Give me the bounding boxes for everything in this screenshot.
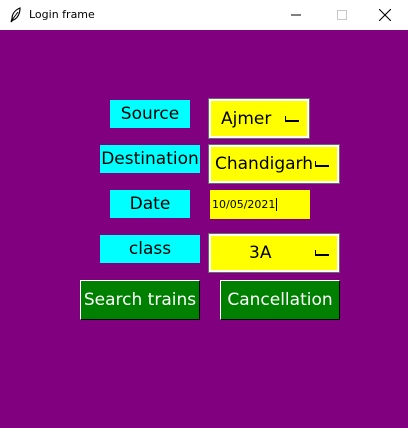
- source-dropdown-value: Ajmer: [221, 108, 272, 129]
- date-input-value: 10/05/2021: [212, 198, 276, 211]
- date-label: Date: [110, 190, 190, 218]
- class-label: class: [100, 235, 200, 263]
- maximize-button[interactable]: [319, 0, 365, 30]
- search-trains-button[interactable]: Search trains: [80, 280, 200, 320]
- cancellation-button[interactable]: Cancellation: [220, 280, 340, 320]
- class-dropdown[interactable]: 3A: [208, 233, 340, 273]
- text-cursor: [276, 198, 278, 211]
- dropdown-indicator-icon: [315, 161, 329, 167]
- source-label: Source: [110, 100, 190, 128]
- minimize-button[interactable]: [273, 0, 319, 30]
- feather-icon: [10, 7, 21, 23]
- title-bar: Login frame: [0, 0, 408, 31]
- destination-dropdown[interactable]: Chandigarh: [208, 144, 340, 184]
- source-dropdown[interactable]: Ajmer: [208, 98, 310, 139]
- destination-dropdown-value: Chandigarh: [215, 154, 314, 174]
- main-canvas: Source Ajmer Destination Chandigarh Date…: [0, 30, 408, 428]
- class-dropdown-value: 3A: [249, 243, 272, 263]
- minimize-icon: [291, 14, 301, 16]
- window-title: Login frame: [29, 8, 95, 21]
- maximize-icon: [337, 10, 347, 20]
- destination-label: Destination: [100, 145, 200, 173]
- dropdown-indicator-icon: [285, 115, 299, 122]
- close-icon: [379, 9, 391, 21]
- date-input[interactable]: 10/05/2021: [210, 190, 310, 219]
- close-button[interactable]: [362, 0, 408, 30]
- dropdown-indicator-icon: [315, 250, 329, 256]
